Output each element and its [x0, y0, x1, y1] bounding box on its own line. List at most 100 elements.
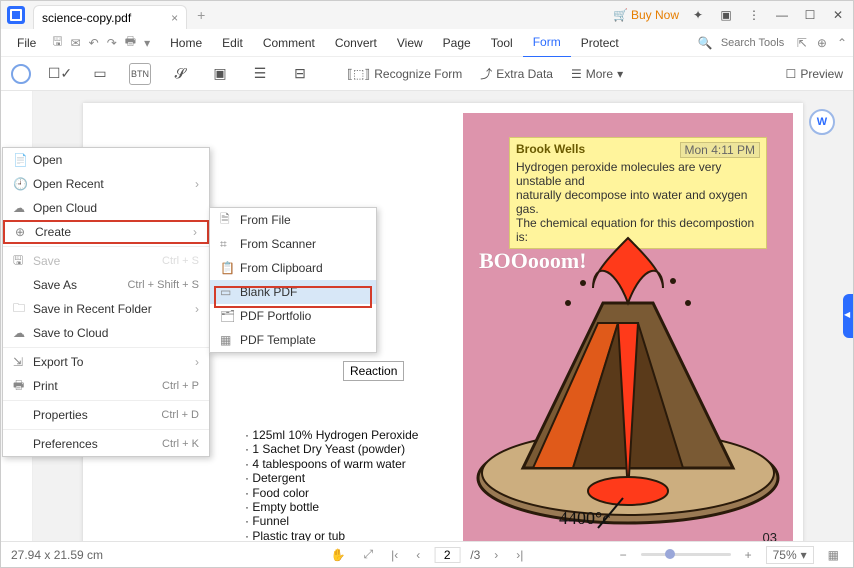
- preview-label: Preview: [800, 67, 843, 81]
- new-tab-button[interactable]: +: [197, 7, 205, 23]
- overflow-menu-icon[interactable]: ⋮: [745, 6, 763, 24]
- note-author: Brook Wells: [516, 142, 585, 158]
- page-tab[interactable]: Page: [433, 29, 481, 57]
- word-export-badge[interactable]: W: [809, 109, 835, 135]
- create-item[interactable]: ⊕Create›: [3, 220, 209, 244]
- export-item[interactable]: ⇲Export To›: [3, 350, 209, 374]
- material-item: 125ml 10% Hydrogen Peroxide: [245, 428, 418, 442]
- quick-access-toolbar: 🖫 ✉ ↶ ↷ 🖶 ▾: [52, 32, 150, 53]
- page-dimensions: 27.94 x 21.59 cm: [11, 548, 103, 562]
- page-number-input[interactable]: [434, 547, 460, 563]
- fit-page-icon[interactable]: ▦: [824, 548, 843, 562]
- next-page-button[interactable]: ›: [490, 548, 502, 562]
- recognize-form-button[interactable]: ⟦⬚⟧ Recognize Form: [347, 67, 462, 81]
- more-button[interactable]: ☰ More ▾: [571, 67, 623, 81]
- temperature-label: 4400°c: [559, 508, 610, 529]
- zoom-out-button[interactable]: −: [616, 548, 631, 562]
- reaction-box: Reaction: [343, 361, 404, 381]
- open-item[interactable]: 📄Open: [3, 148, 209, 172]
- blank-pdf-item[interactable]: ▭Blank PDF: [210, 280, 376, 304]
- dropdown-tool-icon[interactable]: ⊟: [289, 63, 311, 85]
- radio-tool-icon[interactable]: [11, 64, 31, 84]
- close-tab-icon[interactable]: ×: [171, 11, 178, 25]
- maximize-button[interactable]: ☐: [801, 6, 819, 24]
- buy-now-button[interactable]: 🛒 Buy Now: [613, 8, 679, 22]
- save-recent-folder-item[interactable]: 🗀Save in Recent Folder›: [3, 297, 209, 321]
- prev-page-button[interactable]: ‹: [412, 548, 424, 562]
- material-item: Food color: [245, 486, 418, 500]
- home-tab[interactable]: Home: [160, 29, 212, 57]
- chevron-down-icon: ▾: [617, 67, 623, 81]
- recognize-label: Recognize Form: [374, 67, 462, 81]
- last-page-button[interactable]: ›|: [512, 548, 527, 562]
- from-file-item[interactable]: 🗎From File: [210, 208, 376, 232]
- hamburger-icon: ☰: [571, 67, 582, 81]
- save-icon[interactable]: 🖫: [52, 32, 62, 53]
- pdf-portfolio-item[interactable]: 🗂PDF Portfolio: [210, 304, 376, 328]
- create-submenu: 🗎From File ⌗From Scanner 📋From Clipboard…: [209, 207, 377, 353]
- minimize-button[interactable]: —: [773, 6, 791, 24]
- undo-icon[interactable]: ↶: [89, 36, 99, 50]
- form-tab[interactable]: Form: [523, 28, 571, 58]
- right-drawer-handle[interactable]: [843, 294, 853, 338]
- textfield-tool-icon[interactable]: ▭: [89, 63, 111, 85]
- convert-tab[interactable]: Convert: [325, 29, 387, 57]
- notifications-icon[interactable]: ✦: [689, 6, 707, 24]
- tool-tab[interactable]: Tool: [481, 29, 523, 57]
- cloud-icon[interactable]: ⊕: [817, 36, 827, 50]
- close-window-button[interactable]: ✕: [829, 6, 847, 24]
- preview-checkbox[interactable]: ☐: [786, 67, 797, 81]
- image-field-tool-icon[interactable]: ▣: [209, 63, 231, 85]
- chevron-down-icon: ▾: [801, 548, 807, 562]
- comment-tab[interactable]: Comment: [253, 29, 325, 57]
- material-item: 1 Sachet Dry Yeast (powder): [245, 442, 418, 456]
- view-tab[interactable]: View: [387, 29, 433, 57]
- mail-icon[interactable]: ✉: [71, 36, 81, 50]
- collapse-ribbon-icon[interactable]: ⌃: [837, 36, 847, 50]
- signature-tool-icon[interactable]: 𝓢: [169, 63, 191, 85]
- zoom-slider[interactable]: [641, 553, 731, 556]
- more-label: More: [586, 67, 613, 81]
- hand-tool-icon[interactable]: ✋: [327, 548, 350, 562]
- properties-item[interactable]: PropertiesCtrl + D: [3, 403, 209, 427]
- tray-icon[interactable]: ▣: [717, 6, 735, 24]
- btn-tool-icon[interactable]: BTN: [129, 63, 151, 85]
- extra-data-button[interactable]: ⤴ Extra Data: [480, 65, 553, 82]
- material-item: 4 tablespoons of warm water: [245, 457, 418, 471]
- share-icon[interactable]: ⇱: [797, 36, 807, 50]
- page-number: 03: [763, 530, 777, 541]
- open-cloud-item[interactable]: ☁Open Cloud: [3, 196, 209, 220]
- redo-icon[interactable]: ↷: [107, 36, 117, 50]
- search-icon: 🔍: [698, 36, 713, 50]
- preferences-item[interactable]: PreferencesCtrl + K: [3, 432, 209, 456]
- qat-dropdown-icon[interactable]: ▾: [144, 36, 150, 50]
- materials-list: 125ml 10% Hydrogen Peroxide1 Sachet Dry …: [245, 428, 418, 541]
- select-tool-icon[interactable]: ⤢: [360, 547, 378, 562]
- listbox-tool-icon[interactable]: ☰: [249, 63, 271, 85]
- file-menu[interactable]: File: [7, 29, 46, 57]
- volcano-illustration: [463, 233, 793, 533]
- search-tools[interactable]: 🔍: [698, 36, 791, 50]
- material-item: Detergent: [245, 471, 418, 485]
- material-item: Plastic tray or tub: [245, 529, 418, 541]
- edit-tab[interactable]: Edit: [212, 29, 253, 57]
- zoom-level-dropdown[interactable]: 75%▾: [766, 546, 814, 564]
- first-page-button[interactable]: |‹: [387, 548, 402, 562]
- pdf-template-item[interactable]: ▦PDF Template: [210, 328, 376, 352]
- preview-toggle[interactable]: ☐ Preview: [786, 67, 843, 81]
- print-item[interactable]: 🖶PrintCtrl + P: [3, 374, 209, 398]
- checkbox-tool-icon[interactable]: ☐✓: [49, 63, 71, 85]
- print-icon[interactable]: 🖶: [125, 32, 136, 53]
- zoom-in-button[interactable]: +: [741, 548, 756, 562]
- note-timestamp: Mon 4:11 PM: [680, 142, 760, 158]
- extra-data-label: Extra Data: [496, 67, 553, 81]
- from-scanner-item[interactable]: ⌗From Scanner: [210, 232, 376, 256]
- from-clipboard-item[interactable]: 📋From Clipboard: [210, 256, 376, 280]
- save-as-item[interactable]: Save AsCtrl + Shift + S: [3, 273, 209, 297]
- document-tab[interactable]: science-copy.pdf ×: [33, 5, 187, 29]
- save-cloud-item[interactable]: ☁Save to Cloud: [3, 321, 209, 345]
- open-recent-item[interactable]: 🕘Open Recent›: [3, 172, 209, 196]
- search-input[interactable]: [721, 37, 791, 49]
- titlebar: science-copy.pdf × + 🛒 Buy Now ✦ ▣ ⋮ — ☐…: [1, 1, 853, 29]
- protect-tab[interactable]: Protect: [571, 29, 629, 57]
